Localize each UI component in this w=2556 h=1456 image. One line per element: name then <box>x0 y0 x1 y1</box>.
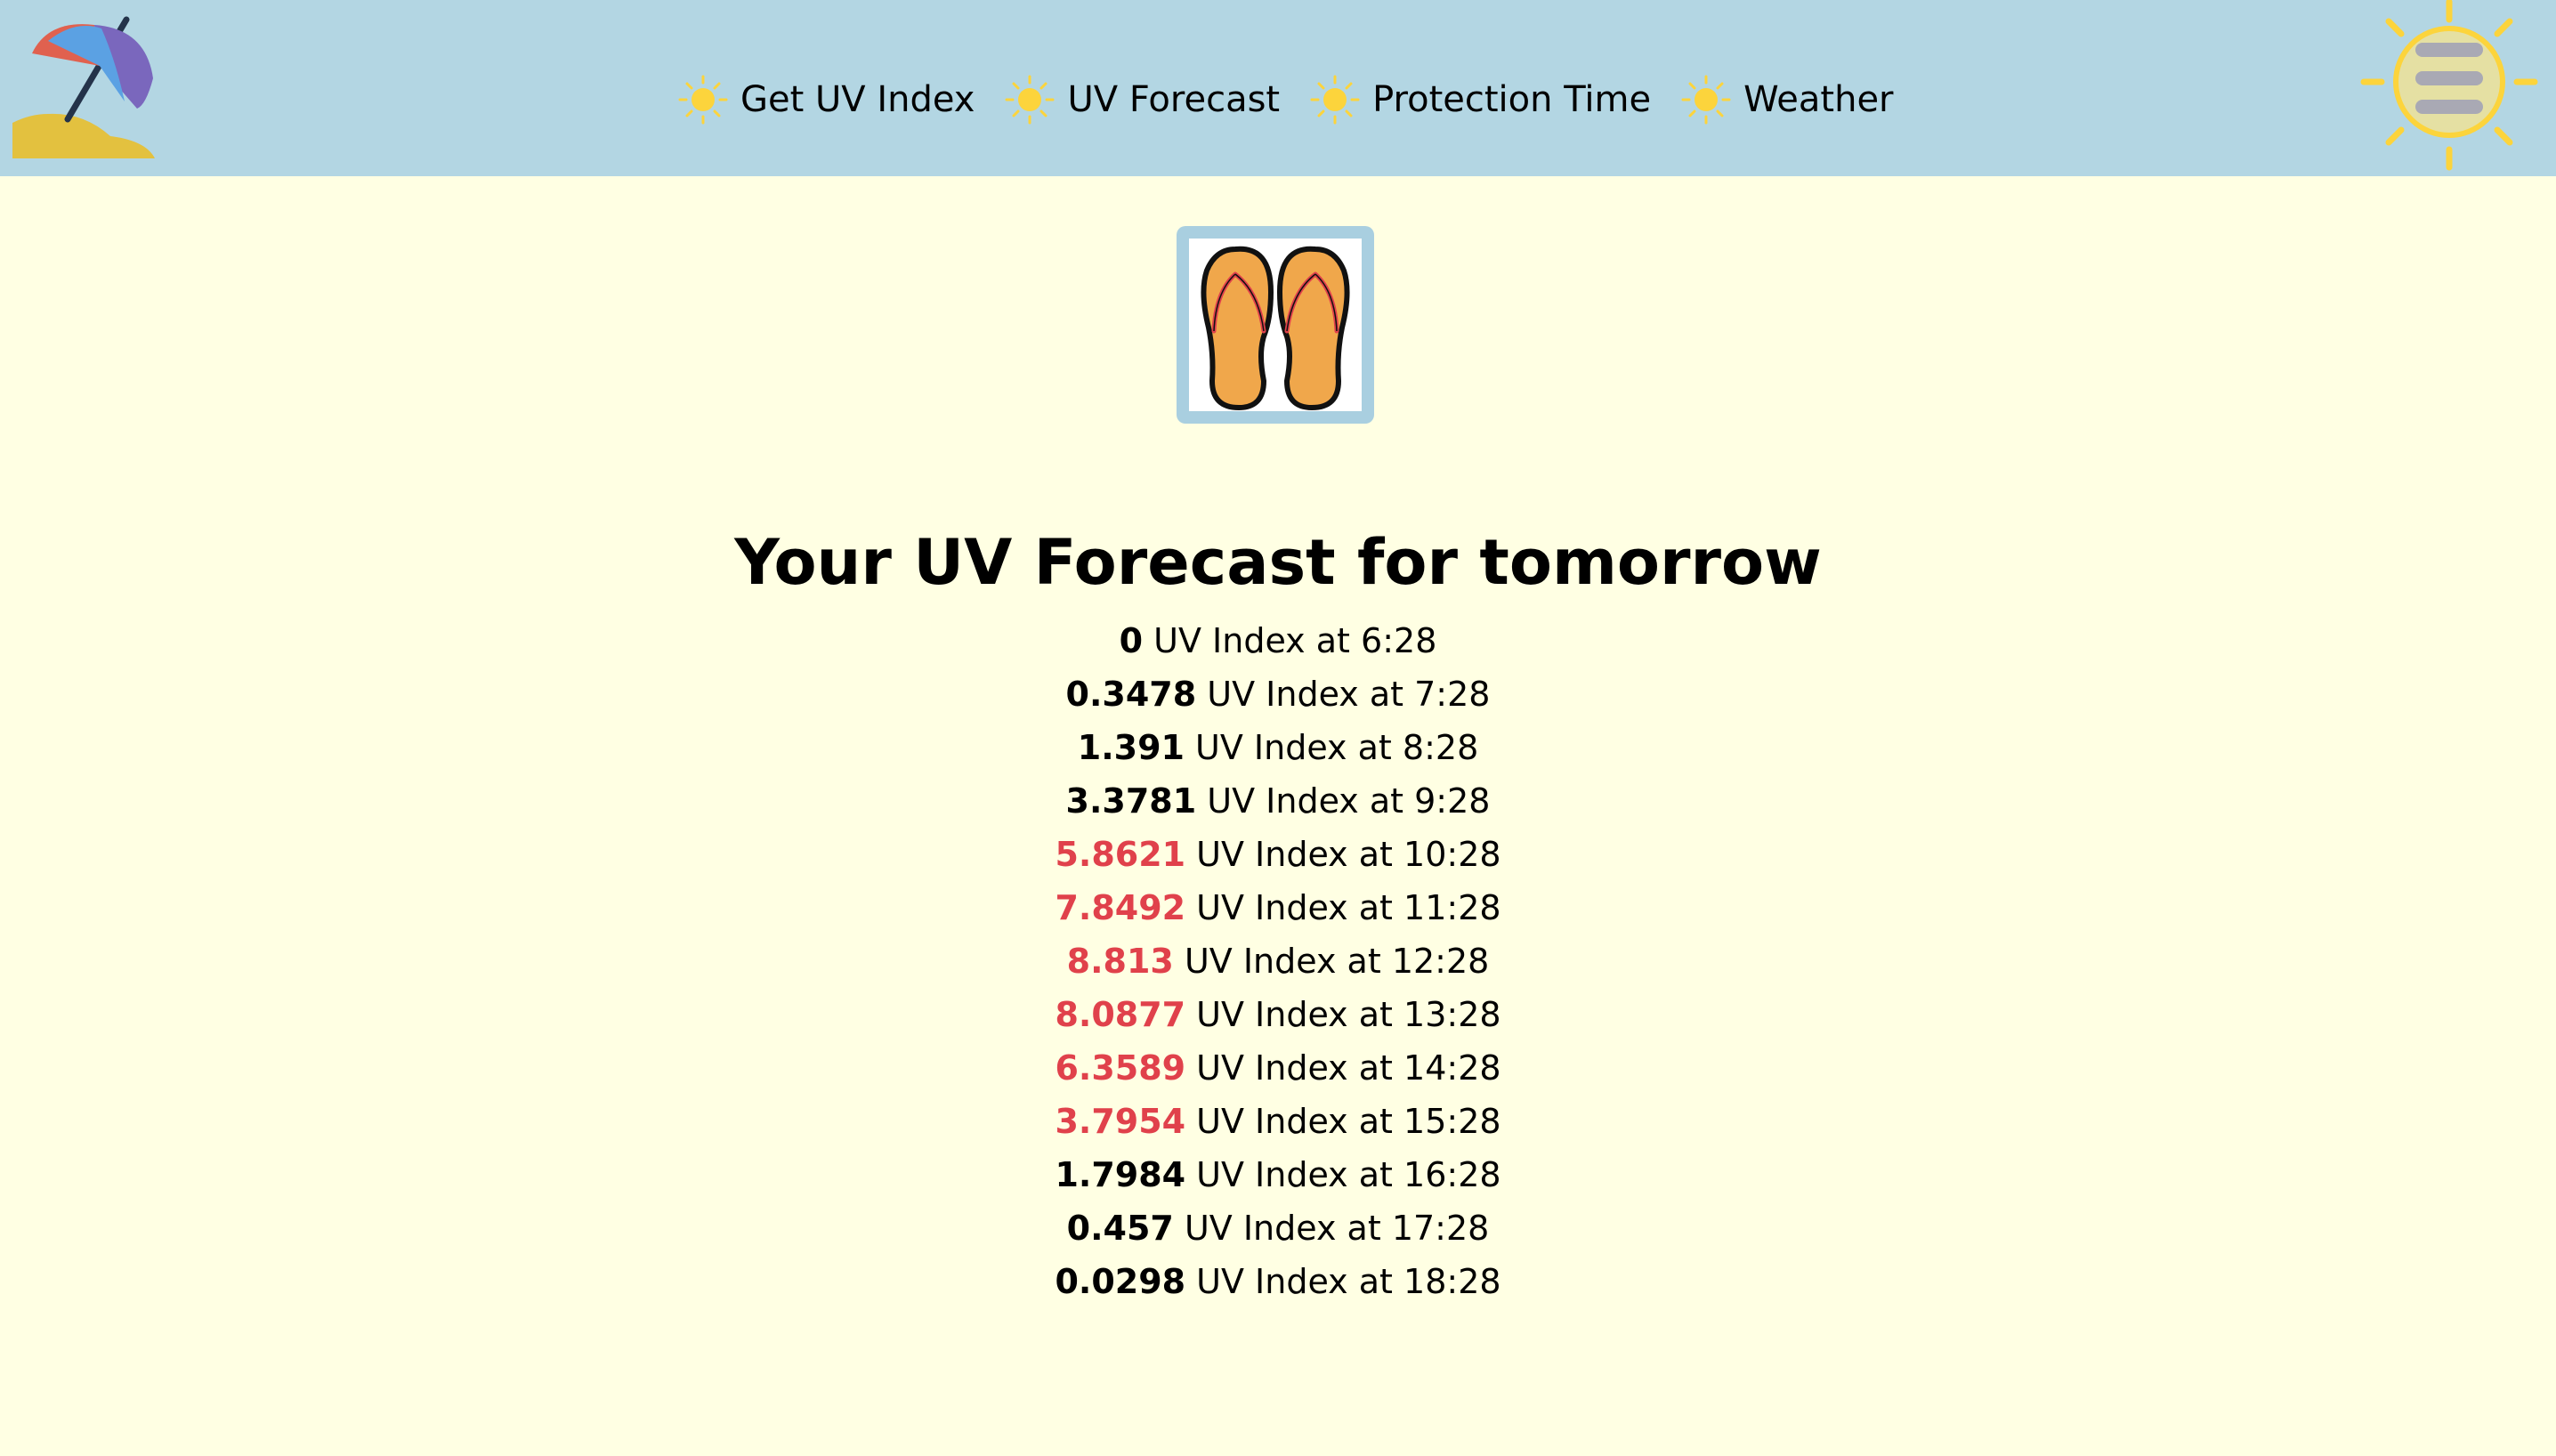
uv-index-label: UV Index at <box>1196 1048 1393 1088</box>
beach-umbrella-icon[interactable] <box>12 16 158 158</box>
forecast-row: 8.813 UV Index at 12:28 <box>0 934 2556 988</box>
nav-item-protection-time[interactable]: Protection Time <box>1308 64 1651 135</box>
forecast-time: 7:28 <box>1414 675 1491 714</box>
uv-index-label: UV Index at <box>1196 1262 1393 1301</box>
forecast-time: 15:28 <box>1403 1102 1501 1141</box>
forecast-time: 16:28 <box>1403 1155 1501 1194</box>
nav-item-weather[interactable]: Weather <box>1679 64 1894 135</box>
nav-label[interactable]: UV Forecast <box>1067 64 1280 135</box>
forecast-time: 8:28 <box>1402 728 1479 767</box>
uv-index-value: 0.3478 <box>1065 675 1197 714</box>
sun-icon <box>1308 73 1362 126</box>
uv-index-value: 6.3589 <box>1055 1048 1186 1088</box>
nav-item-uv-forecast[interactable]: UV Forecast <box>1003 64 1280 135</box>
uv-index-label: UV Index at <box>1196 1155 1393 1194</box>
sun-icon <box>1003 73 1056 126</box>
sun-hamburger-menu-icon[interactable] <box>2360 0 2538 174</box>
uv-index-value: 1.7984 <box>1055 1155 1186 1194</box>
forecast-time: 6:28 <box>1361 621 1437 660</box>
forecast-time: 14:28 <box>1403 1048 1501 1088</box>
uv-index-label: UV Index at <box>1207 781 1404 821</box>
uv-index-value: 0.457 <box>1066 1209 1174 1248</box>
uv-index-value: 3.3781 <box>1065 781 1197 821</box>
nav-item-get-uv-index[interactable]: Get UV Index <box>676 64 975 135</box>
forecast-time: 9:28 <box>1414 781 1491 821</box>
uv-index-value: 0.0298 <box>1055 1262 1186 1301</box>
forecast-time: 17:28 <box>1391 1209 1490 1248</box>
uv-index-label: UV Index at <box>1153 621 1350 660</box>
uv-index-value: 8.0877 <box>1055 995 1186 1034</box>
hero-image-frame <box>1177 226 1374 424</box>
forecast-row: 6.3589 UV Index at 14:28 <box>0 1041 2556 1095</box>
uv-index-value: 1.391 <box>1077 728 1185 767</box>
forecast-time: 18:28 <box>1403 1262 1501 1301</box>
uv-index-value: 0 <box>1119 621 1144 660</box>
uv-index-label: UV Index at <box>1196 1102 1393 1141</box>
uv-index-label: UV Index at <box>1207 675 1404 714</box>
nav-label[interactable]: Weather <box>1743 64 1893 135</box>
forecast-row: 3.7954 UV Index at 15:28 <box>0 1095 2556 1148</box>
flip-flops-icon <box>1189 239 1362 411</box>
uv-index-label: UV Index at <box>1196 835 1393 874</box>
uv-index-label: UV Index at <box>1184 1209 1381 1248</box>
forecast-time: 12:28 <box>1391 942 1490 981</box>
forecast-row: 0 UV Index at 6:28 <box>0 614 2556 667</box>
sun-icon <box>676 73 730 126</box>
forecast-time: 10:28 <box>1403 835 1501 874</box>
page-title: Your UV Forecast for tomorrow <box>734 525 1822 599</box>
forecast-row: 3.3781 UV Index at 9:28 <box>0 774 2556 828</box>
uv-index-value: 7.8492 <box>1055 888 1186 927</box>
uv-index-label: UV Index at <box>1196 995 1393 1034</box>
forecast-time: 11:28 <box>1403 888 1501 927</box>
forecast-row: 0.3478 UV Index at 7:28 <box>0 667 2556 721</box>
uv-index-value: 5.8621 <box>1055 835 1186 874</box>
uv-index-label: UV Index at <box>1195 728 1392 767</box>
sun-icon <box>1679 73 1733 126</box>
forecast-row: 0.457 UV Index at 17:28 <box>0 1201 2556 1255</box>
uv-index-label: UV Index at <box>1196 888 1393 927</box>
navbar: Get UV Index UV Forecast Protection Time… <box>0 0 2556 176</box>
uv-forecast-list: 0 UV Index at 6:28 0.3478 UV Index at 7:2… <box>0 614 2556 1308</box>
uv-index-label: UV Index at <box>1184 942 1381 981</box>
forecast-time: 13:28 <box>1403 995 1501 1034</box>
forecast-row: 8.0877 UV Index at 13:28 <box>0 988 2556 1041</box>
uv-index-value: 8.813 <box>1066 942 1174 981</box>
forecast-row: 5.8621 UV Index at 10:28 <box>0 828 2556 881</box>
forecast-row: 7.8492 UV Index at 11:28 <box>0 881 2556 934</box>
forecast-row: 1.7984 UV Index at 16:28 <box>0 1148 2556 1201</box>
forecast-row: 0.0298 UV Index at 18:28 <box>0 1255 2556 1308</box>
nav-label[interactable]: Protection Time <box>1372 64 1651 135</box>
forecast-row: 1.391 UV Index at 8:28 <box>0 721 2556 774</box>
nav-label[interactable]: Get UV Index <box>740 64 975 135</box>
main-nav: Get UV Index UV Forecast Protection Time… <box>676 64 1922 135</box>
uv-index-value: 3.7954 <box>1055 1102 1186 1141</box>
